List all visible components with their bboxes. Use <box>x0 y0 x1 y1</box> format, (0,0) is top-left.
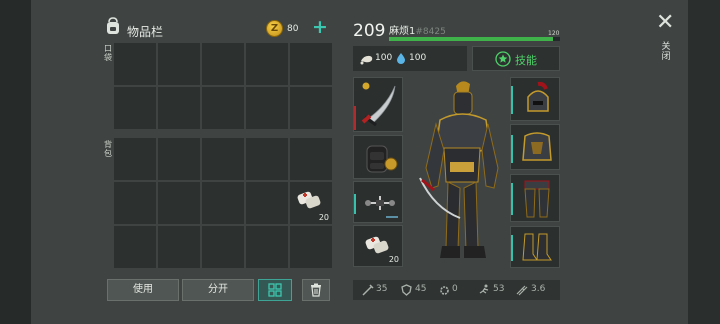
player-name-text: 麻烦1 <box>389 26 416 37</box>
backpack-grid: 20 <box>114 138 332 268</box>
backpack-slot[interactable] <box>246 182 288 224</box>
use-button[interactable]: 使用 <box>107 279 179 301</box>
backpack-slot[interactable] <box>158 226 200 268</box>
backpack-item-icon <box>366 145 398 173</box>
pocket-slot[interactable] <box>114 43 156 85</box>
combat-stats: 35 45 0 53 3.6 <box>353 280 560 300</box>
coin-count: 80 <box>287 24 299 34</box>
close-label[interactable]: 关闭 <box>661 42 671 62</box>
pocket-label: 口袋 <box>104 44 112 62</box>
chest-armor-slot[interactable] <box>510 124 560 170</box>
charge-indicator <box>386 216 398 218</box>
boots-icon <box>522 233 552 261</box>
pocket-slot[interactable] <box>246 43 288 85</box>
backpack-slot[interactable] <box>114 226 156 268</box>
backpack-label: 背包 <box>104 140 112 158</box>
survival-stats: 100 100 <box>353 46 467 71</box>
resistance-value: 0 <box>452 284 458 294</box>
pocket-slot[interactable] <box>158 43 200 85</box>
armor-value: 45 <box>415 284 427 294</box>
right-edge <box>688 0 720 324</box>
pocket-grid <box>114 43 332 129</box>
water-value: 100 <box>409 53 427 63</box>
quick-slot-bandage[interactable]: 20 <box>353 225 403 267</box>
durability-bar <box>511 86 513 114</box>
pocket-slot[interactable] <box>290 87 332 129</box>
backpack-slot[interactable] <box>202 182 244 224</box>
bandage-count: 20 <box>318 213 329 222</box>
gear-icon <box>440 286 449 295</box>
drone-icon <box>365 196 395 210</box>
player-level: 209 <box>353 21 386 41</box>
pocket-slot[interactable] <box>246 87 288 129</box>
shield-icon <box>401 284 412 296</box>
pocket-slot[interactable] <box>202 87 244 129</box>
bandage-count: 20 <box>388 255 399 264</box>
pocket-slot[interactable] <box>202 43 244 85</box>
star-icon <box>495 51 511 67</box>
character-model <box>419 81 499 258</box>
add-coins-button[interactable]: + <box>312 18 328 37</box>
backpack-slot[interactable] <box>290 226 332 268</box>
backpack-slot[interactable] <box>290 138 332 180</box>
sword-stat-icon <box>362 284 374 296</box>
backpack-slot[interactable] <box>202 138 244 180</box>
chest-armor-icon <box>522 132 552 161</box>
xp-max: 120 <box>548 30 560 37</box>
water-drop-icon <box>397 53 405 64</box>
coin-icon: Z <box>266 20 283 37</box>
backpack-slot-bandage[interactable]: 20 <box>290 182 332 224</box>
weight-icon <box>516 285 528 296</box>
close-button[interactable]: ✕ <box>656 12 674 34</box>
helmet-slot[interactable] <box>510 77 560 121</box>
backpack-slot[interactable] <box>246 138 288 180</box>
skills-label: 技能 <box>515 54 537 67</box>
backpack-slot[interactable] <box>158 182 200 224</box>
running-icon <box>479 284 489 294</box>
weapon-slot[interactable] <box>353 77 403 132</box>
split-button[interactable]: 分开 <box>182 279 254 301</box>
left-edge <box>0 0 31 324</box>
food-value: 100 <box>375 53 393 63</box>
durability-bar <box>354 194 356 214</box>
trash-icon <box>311 283 321 297</box>
durability-bar <box>354 106 356 130</box>
backpack-icon <box>107 17 119 34</box>
leg-armor-slot[interactable] <box>510 174 560 222</box>
xp-fill <box>389 37 554 41</box>
xp-bar <box>389 37 560 41</box>
grid-icon <box>268 283 282 297</box>
boots-slot[interactable] <box>510 226 560 268</box>
inventory-screen: 物品栏 Z 80 + 口袋 背包 20 使用 分开 209 麻烦1#8425 1… <box>0 0 720 324</box>
pocket-slot[interactable] <box>114 87 156 129</box>
speed-value: 53 <box>493 284 505 294</box>
durability-bar <box>511 235 513 261</box>
skills-button[interactable]: 技能 <box>472 46 560 71</box>
durability-bar <box>511 183 513 215</box>
inventory-title: 物品栏 <box>127 25 164 39</box>
pocket-slot[interactable] <box>290 43 332 85</box>
backpack-slot[interactable] <box>114 182 156 224</box>
backpack-slot[interactable] <box>114 138 156 180</box>
leg-armor-icon <box>524 180 550 218</box>
player-id: #8425 <box>415 27 446 37</box>
bandage-icon <box>365 236 389 254</box>
backpack-equip-slot[interactable] <box>353 135 403 179</box>
weight-value: 3.6 <box>531 284 546 294</box>
pocket-slot[interactable] <box>158 87 200 129</box>
bandage-icon <box>297 191 321 209</box>
attack-value: 35 <box>376 284 388 294</box>
sword-icon <box>361 82 396 127</box>
durability-bar <box>511 135 513 163</box>
sort-grid-button[interactable] <box>258 279 292 301</box>
backpack-slot[interactable] <box>202 226 244 268</box>
drone-slot[interactable] <box>353 181 403 223</box>
food-icon <box>360 55 373 65</box>
backpack-slot[interactable] <box>158 138 200 180</box>
trash-button[interactable] <box>302 279 330 301</box>
player-name: 麻烦1#8425 <box>389 22 446 37</box>
backpack-slot[interactable] <box>246 226 288 268</box>
helmet-icon <box>527 81 549 112</box>
